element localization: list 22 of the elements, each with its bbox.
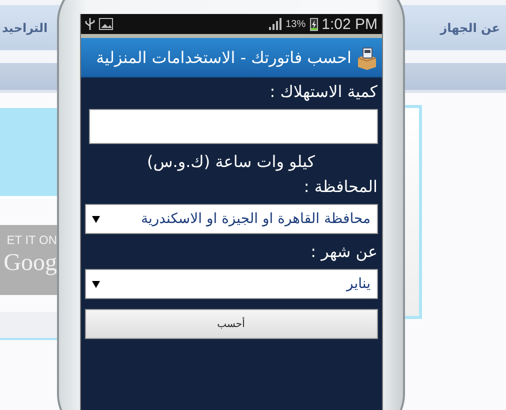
- consumption-input-field[interactable]: [88, 109, 378, 144]
- calculate-button[interactable]: أحسب: [84, 309, 378, 339]
- unit-label: كيلو وات ساعة (ك.و.س): [147, 152, 316, 171]
- nav-link[interactable]: عن الجهاز: [440, 20, 500, 34]
- nav-link[interactable]: التراحيد: [2, 20, 48, 34]
- app-icon: [356, 46, 378, 70]
- usb-icon: [84, 17, 94, 31]
- badge-caption: ET IT ON: [6, 233, 57, 247]
- caret-icon: [92, 280, 100, 288]
- field-label: عن شهر :: [310, 242, 378, 261]
- image-icon: [98, 18, 112, 30]
- app-title: احسب فاتورتك - الاستخدامات المنزلية: [96, 48, 352, 67]
- battery-percent: 13%: [286, 18, 306, 30]
- field-label: المحافظة :: [304, 177, 378, 196]
- battery-charging-icon: [310, 17, 318, 31]
- clock: 1:02 PM: [322, 16, 378, 32]
- governorate-dropdown[interactable]: محافظة القاهرة او الجيزة او الاسكندرية: [84, 204, 378, 234]
- caret-icon: [92, 216, 100, 222]
- field-label: كمية الاستهلاك :: [270, 82, 378, 101]
- badge-wordmark: Goog: [2, 249, 57, 278]
- month-dropdown[interactable]: يناير: [84, 269, 378, 299]
- signal-icon: [268, 18, 282, 30]
